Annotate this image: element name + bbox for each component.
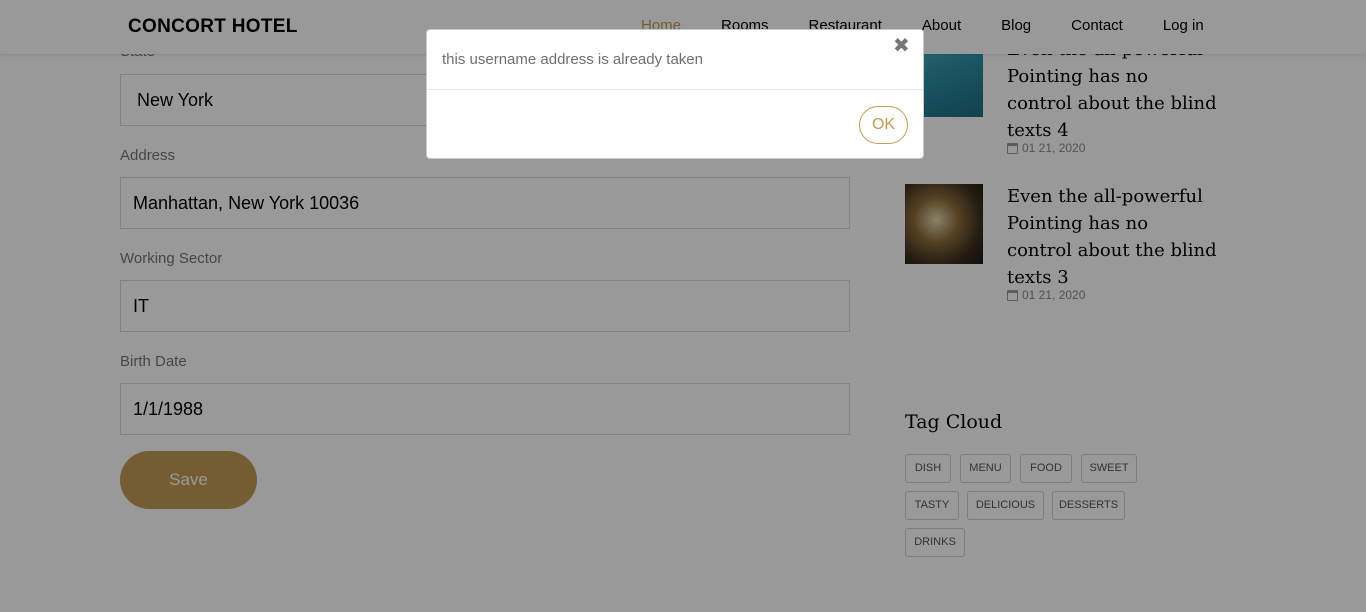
divider [427,89,923,90]
alert-message: this username address is already taken [442,51,703,68]
alert-dialog: this username address is already taken ✖… [426,29,924,159]
ok-button[interactable]: OK [859,106,908,144]
close-icon[interactable]: ✖ [893,36,910,56]
